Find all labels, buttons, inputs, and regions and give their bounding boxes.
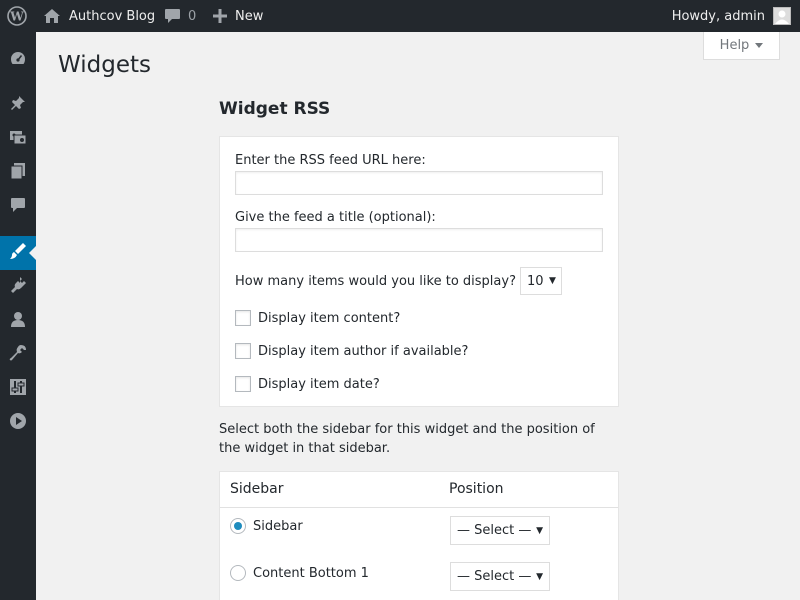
my-account-link[interactable]: Howdy, admin xyxy=(672,0,791,32)
comments-icon xyxy=(9,196,27,218)
dropdown-arrow-icon: ▼ xyxy=(536,572,543,582)
menu-media[interactable] xyxy=(0,122,36,156)
sidebar-column-header: Sidebar xyxy=(230,481,284,497)
plugins-icon xyxy=(9,276,27,298)
svg-text:W: W xyxy=(9,10,24,24)
position-select-value: — Select — xyxy=(457,569,532,584)
menu-appearance[interactable] xyxy=(0,236,36,270)
sidebar-position-select[interactable]: — Select — ▼ xyxy=(450,516,550,545)
menu-dashboard[interactable] xyxy=(0,43,36,77)
sidebar-position-table: Sidebar Position Sidebar — Select — ▼ Co… xyxy=(219,471,619,600)
media-icon xyxy=(9,128,27,150)
tools-wrench-icon xyxy=(9,344,27,366)
howdy-label: Howdy, admin xyxy=(671,8,765,24)
comments-count: 0 xyxy=(188,8,197,24)
rss-url-input[interactable] xyxy=(235,171,603,195)
home-icon xyxy=(43,8,61,24)
pages-icon xyxy=(9,162,27,184)
page-title: Widgets xyxy=(58,52,151,78)
items-count-value: 10 xyxy=(526,273,544,289)
menu-plugins[interactable] xyxy=(0,270,36,304)
display-content-label: Display item content? xyxy=(258,310,401,326)
dropdown-arrow-icon: ▼ xyxy=(536,526,543,536)
position-column-header: Position xyxy=(449,481,504,497)
wordpress-logo-icon[interactable]: W xyxy=(7,0,27,32)
display-date-checkbox[interactable] xyxy=(235,376,251,392)
sidebar-description: Select both the sidebar for this widget … xyxy=(219,422,595,456)
new-content-link[interactable]: New xyxy=(213,0,263,32)
settings-sliders-icon xyxy=(9,378,27,400)
menu-users[interactable] xyxy=(0,304,36,338)
menu-tools[interactable] xyxy=(0,338,36,372)
items-count-row: How many items would you like to display… xyxy=(235,267,562,295)
comment-bubble-icon xyxy=(164,8,181,24)
users-icon xyxy=(9,310,27,332)
table-header: Sidebar Position xyxy=(220,472,618,508)
plus-icon xyxy=(213,9,227,23)
display-content-checkbox[interactable] xyxy=(235,310,251,326)
menu-settings[interactable] xyxy=(0,372,36,406)
video-play-icon xyxy=(9,412,27,434)
help-tab-button[interactable]: Help xyxy=(703,32,780,60)
appearance-brush-icon xyxy=(9,242,27,264)
menu-comments[interactable] xyxy=(0,190,36,224)
avatar xyxy=(773,7,791,25)
display-date-label: Display item date? xyxy=(258,376,380,392)
sidebar-row-label: Sidebar xyxy=(253,519,303,534)
checkbox-row-content[interactable]: Display item content? xyxy=(235,310,400,326)
checkbox-row-author[interactable]: Display item author if available? xyxy=(235,343,468,359)
new-label: New xyxy=(235,8,264,24)
position-select-value: — Select — xyxy=(457,523,532,538)
dropdown-arrow-icon: ▼ xyxy=(549,276,556,286)
sidebar-radio[interactable] xyxy=(230,518,246,534)
rss-url-label: Enter the RSS feed URL here: xyxy=(235,153,426,168)
admin-bar: W Authcov Blog 0 New Howdy, admin xyxy=(0,0,800,32)
site-name-label: Authcov Blog xyxy=(69,8,156,24)
feed-title-input[interactable] xyxy=(235,228,603,252)
content-bottom-1-radio[interactable] xyxy=(230,565,246,581)
feed-title-label: Give the feed a title (optional): xyxy=(235,210,436,225)
menu-video[interactable] xyxy=(0,406,36,440)
items-count-select[interactable]: 10 ▼ xyxy=(519,267,562,295)
rss-widget-form: Enter the RSS feed URL here: Give the fe… xyxy=(219,136,619,407)
dashboard-icon xyxy=(9,49,27,71)
help-label: Help xyxy=(719,38,750,53)
site-name-link[interactable]: Authcov Blog xyxy=(43,0,155,32)
menu-posts[interactable] xyxy=(0,88,36,122)
items-count-label: How many items would you like to display… xyxy=(235,273,516,289)
checkbox-row-date[interactable]: Display item date? xyxy=(235,376,380,392)
comments-link[interactable]: 0 xyxy=(164,0,196,32)
posts-pin-icon xyxy=(9,94,27,116)
content-bottom-1-position-select[interactable]: — Select — ▼ xyxy=(450,562,550,591)
content-bottom-1-row-label: Content Bottom 1 xyxy=(253,566,369,581)
menu-pages[interactable] xyxy=(0,156,36,190)
display-author-checkbox[interactable] xyxy=(235,343,251,359)
caret-down-icon xyxy=(755,38,764,53)
admin-menu xyxy=(0,32,36,600)
display-author-label: Display item author if available? xyxy=(258,343,469,359)
widget-title: Widget RSS xyxy=(219,99,331,119)
